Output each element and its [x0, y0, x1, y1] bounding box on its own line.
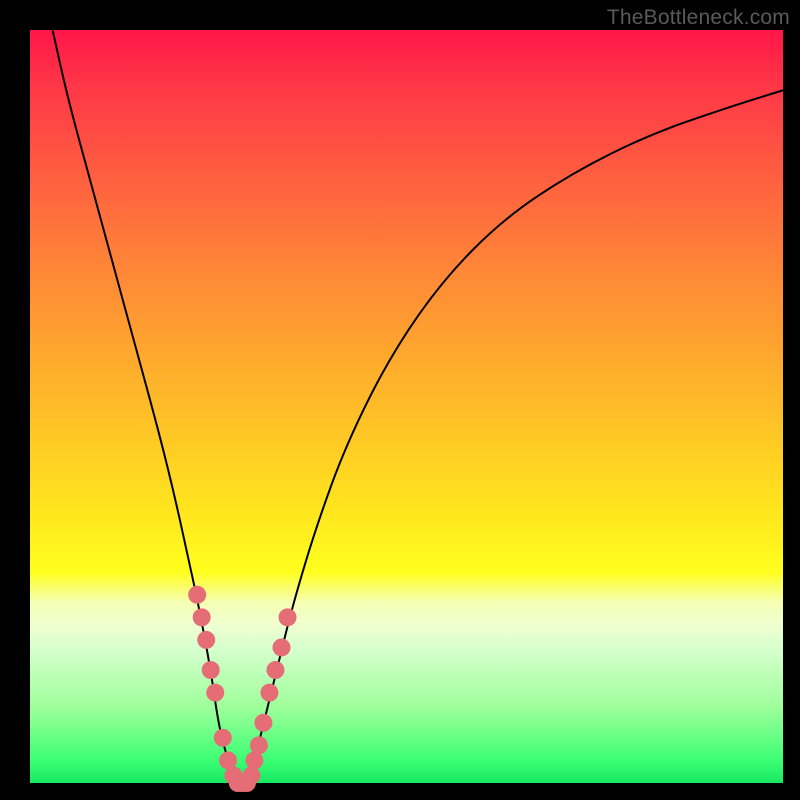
data-dots-right [242, 608, 296, 784]
data-dots-left [188, 586, 242, 785]
curve-path [53, 30, 783, 783]
bottleneck-curve [30, 30, 783, 783]
data-dots-base [229, 774, 256, 792]
watermark-text: TheBottleneck.com [607, 6, 790, 30]
plot-area [30, 30, 783, 783]
